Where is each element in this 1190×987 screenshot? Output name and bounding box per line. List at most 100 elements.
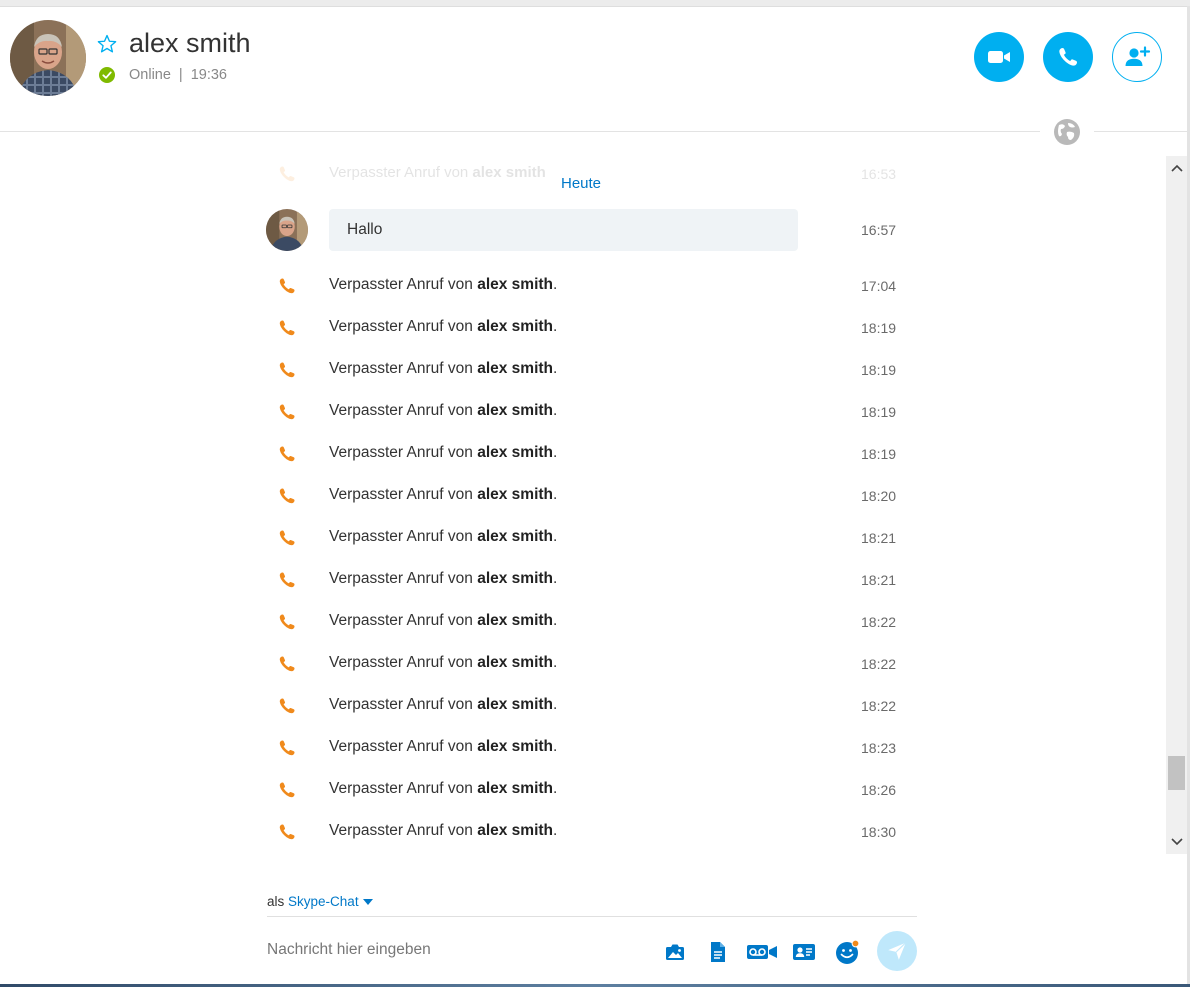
missed-call-row[interactable]: Verpasster Anruf von alex smith. 18:26 xyxy=(0,768,1166,810)
missed-call-prefix: Verpasster Anruf von xyxy=(329,360,473,377)
missed-call-suffix: . xyxy=(553,318,558,335)
missed-call-row[interactable]: Verpasster Anruf von alex smith. 18:22 xyxy=(0,684,1166,726)
missed-call-time: 18:19 xyxy=(861,446,897,462)
chevron-up-icon xyxy=(1170,164,1183,172)
star-icon[interactable] xyxy=(96,33,118,55)
missed-call-prefix: Verpasster Anruf von xyxy=(329,612,473,629)
globe-icon xyxy=(1054,119,1080,145)
video-call-button[interactable] xyxy=(974,32,1024,82)
missed-call-prefix: Verpasster Anruf von xyxy=(329,528,473,545)
message-input[interactable] xyxy=(267,938,647,962)
missed-call-time: 18:19 xyxy=(861,320,897,336)
missed-call-row[interactable]: Verpasster Anruf von alex smith. 18:23 xyxy=(0,726,1166,768)
online-status-icon xyxy=(99,67,115,83)
missed-call-prefix: Verpasster Anruf von xyxy=(329,444,473,461)
chat-mode-selector[interactable]: als Skype-Chat xyxy=(267,894,373,909)
caller-name: alex smith xyxy=(477,612,554,629)
missed-call-time: 18:22 xyxy=(861,698,897,714)
missed-call-text: Verpasster Anruf von alex smith. xyxy=(329,528,557,546)
caller-name: alex smith xyxy=(477,696,554,713)
send-button[interactable] xyxy=(877,931,917,971)
missed-call-row[interactable]: Verpasster Anruf von alex smith. 18:21 xyxy=(0,516,1166,558)
missed-call-time: 18:19 xyxy=(861,404,897,420)
scroll-down-button[interactable] xyxy=(1166,830,1187,854)
scroll-up-button[interactable] xyxy=(1166,156,1187,180)
missed-call-row[interactable]: Verpasster Anruf von alex smith. 18:21 xyxy=(0,558,1166,600)
mode-prefix: als xyxy=(267,894,285,909)
mode-value[interactable]: Skype-Chat xyxy=(288,894,359,909)
caller-name: alex smith xyxy=(477,780,554,797)
missed-call-suffix: . xyxy=(553,696,558,713)
audio-call-button[interactable] xyxy=(1043,32,1093,82)
missed-call-phone-icon xyxy=(277,654,297,679)
missed-call-time: 17:04 xyxy=(861,278,897,294)
caller-name: alex smith xyxy=(477,486,554,503)
add-people-button[interactable] xyxy=(1112,32,1162,82)
missed-call-phone-icon xyxy=(277,164,297,189)
header-divider xyxy=(0,131,1187,132)
chat-history[interactable]: Verpasster Anruf von alex smith 16:53 He… xyxy=(0,156,1166,854)
missed-call-time: 18:20 xyxy=(861,488,897,504)
message-bubble[interactable]: Hallo xyxy=(329,209,798,251)
missed-call-phone-icon xyxy=(277,360,297,385)
globe-button[interactable] xyxy=(1040,118,1094,146)
missed-call-phone-icon xyxy=(277,318,297,343)
missed-call-suffix: . xyxy=(553,822,558,839)
missed-call-suffix: . xyxy=(553,444,558,461)
send-image-button[interactable] xyxy=(661,938,689,966)
send-file-button[interactable] xyxy=(704,938,732,966)
caller-name: alex smith xyxy=(477,360,554,377)
missed-call-row[interactable]: Verpasster Anruf von alex smith. 18:22 xyxy=(0,642,1166,684)
send-contact-button[interactable] xyxy=(790,938,818,966)
faded-time: 16:53 xyxy=(861,166,897,182)
missed-call-row[interactable]: Verpasster Anruf von alex smith. 18:19 xyxy=(0,390,1166,432)
emoticon-button[interactable] xyxy=(833,938,861,966)
missed-call-phone-icon xyxy=(277,402,297,427)
missed-call-prefix: Verpasster Anruf von xyxy=(329,570,473,587)
missed-call-suffix: . xyxy=(553,276,558,293)
missed-call-phone-icon xyxy=(277,696,297,721)
missed-call-suffix: . xyxy=(553,780,558,797)
missed-call-row[interactable]: Verpasster Anruf von alex smith. 18:30 xyxy=(0,810,1166,852)
contact-avatar[interactable] xyxy=(10,20,86,96)
caller-name: alex smith xyxy=(477,528,554,545)
missed-call-row[interactable]: Verpasster Anruf von alex smith. 18:19 xyxy=(0,432,1166,474)
missed-call-phone-icon xyxy=(277,822,297,847)
scrollbar-thumb[interactable] xyxy=(1168,756,1185,790)
missed-call-prefix: Verpasster Anruf von xyxy=(329,696,473,713)
caller-name: alex smith xyxy=(477,444,554,461)
missed-call-time: 18:26 xyxy=(861,782,897,798)
missed-call-phone-icon xyxy=(277,444,297,469)
video-message-button[interactable] xyxy=(746,938,778,966)
missed-call-row[interactable]: Verpasster Anruf von alex smith. 18:19 xyxy=(0,306,1166,348)
missed-call-time: 18:21 xyxy=(861,572,897,588)
send-contact-icon xyxy=(793,944,815,960)
message-avatar[interactable] xyxy=(266,209,308,251)
missed-call-suffix: . xyxy=(553,654,558,671)
missed-call-suffix: . xyxy=(553,738,558,755)
status-separator: | xyxy=(178,67,183,83)
chat-scrollbar[interactable] xyxy=(1166,156,1187,854)
missed-call-prefix: Verpasster Anruf von xyxy=(329,486,473,503)
missed-call-time: 18:23 xyxy=(861,740,897,756)
status-text: Online xyxy=(129,67,171,83)
missed-call-text: Verpasster Anruf von alex smith. xyxy=(329,738,557,756)
missed-call-prefix: Verpasster Anruf von xyxy=(329,822,473,839)
missed-call-prefix: Verpasster Anruf von xyxy=(329,738,473,755)
caller-name: alex smith xyxy=(477,822,554,839)
missed-call-text: Verpasster Anruf von alex smith. xyxy=(329,444,557,462)
missed-call-phone-icon xyxy=(277,528,297,553)
missed-call-row[interactable]: Verpasster Anruf von alex smith. 18:19 xyxy=(0,348,1166,390)
missed-call-list: Verpasster Anruf von alex smith. 17:04 Ver… xyxy=(0,264,1166,852)
missed-call-time: 18:22 xyxy=(861,656,897,672)
missed-call-prefix: Verpasster Anruf von xyxy=(329,780,473,797)
caller-name: alex smith xyxy=(477,318,554,335)
missed-call-row[interactable]: Verpasster Anruf von alex smith. 17:04 xyxy=(0,264,1166,306)
missed-call-suffix: . xyxy=(553,528,558,545)
contact-name[interactable]: alex smith xyxy=(129,28,251,59)
missed-call-row[interactable]: Verpasster Anruf von alex smith. 18:22 xyxy=(0,600,1166,642)
missed-call-text: Verpasster Anruf von alex smith. xyxy=(329,822,557,840)
missed-call-suffix: . xyxy=(553,486,558,503)
missed-call-prefix: Verpasster Anruf von xyxy=(329,402,473,419)
missed-call-row[interactable]: Verpasster Anruf von alex smith. 18:20 xyxy=(0,474,1166,516)
